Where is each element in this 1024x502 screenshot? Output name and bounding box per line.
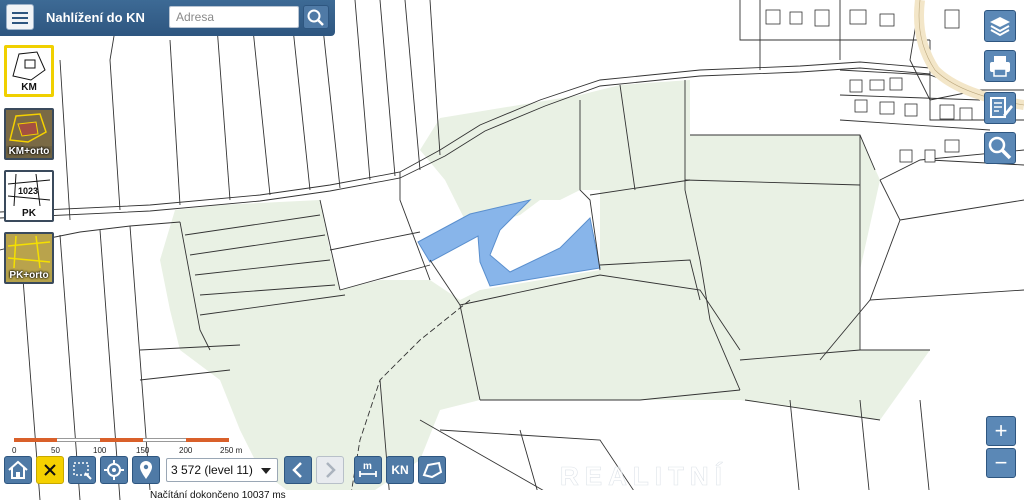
measure-icon: m — [359, 461, 377, 477]
printer-icon — [990, 56, 1010, 77]
layers-icon — [990, 17, 1010, 37]
chevron-down-icon — [261, 468, 271, 474]
scale-label: 250 m — [220, 446, 243, 455]
scale-select[interactable]: 3 572 (level 11) — [166, 458, 278, 482]
locate-icon — [104, 460, 124, 480]
search-icon — [307, 9, 324, 26]
layer-pk-label: PK — [22, 208, 36, 219]
marker-icon — [140, 461, 152, 479]
clear-button[interactable] — [36, 456, 64, 484]
pk-orto-layer-icon — [6, 234, 52, 270]
close-icon — [44, 464, 56, 476]
hamburger-icon — [12, 12, 28, 14]
forward-icon — [326, 462, 336, 478]
print-button[interactable] — [984, 50, 1016, 82]
layer-km[interactable]: KM — [4, 45, 54, 97]
scale-segment — [143, 438, 186, 442]
edit-button[interactable] — [984, 92, 1016, 124]
app-title: Nahlížení do KN — [46, 10, 145, 25]
layers-button[interactable] — [984, 10, 1016, 42]
hamburger-line — [12, 22, 28, 24]
scale-label: 200 — [179, 446, 193, 455]
watermark: REALITNÍ — [560, 461, 728, 491]
layer-km-orto-label: KM+orto — [8, 146, 50, 157]
marker-button[interactable] — [132, 456, 160, 484]
cadastral-map[interactable]: REALITNÍ — [0, 0, 1024, 502]
top-bar: Nahlížení do KN — [0, 0, 335, 36]
back-icon — [292, 462, 302, 478]
locate-button[interactable] — [100, 456, 128, 484]
kn-button-label: KN — [391, 463, 409, 477]
scale-segment — [57, 438, 100, 442]
km-orto-layer-icon — [6, 110, 52, 146]
kn-button[interactable]: KN — [386, 456, 414, 484]
zoom-in-button[interactable]: + — [986, 416, 1016, 446]
search-button[interactable] — [303, 5, 329, 29]
pk-layer-icon: 1023 — [7, 173, 51, 207]
zoom-rectangle-button[interactable] — [68, 456, 96, 484]
scale-label: 100 — [93, 446, 107, 455]
layer-km-orto[interactable]: KM+orto — [4, 108, 54, 160]
measure-label: m — [363, 461, 372, 472]
zoom-out-button[interactable]: − — [986, 448, 1016, 478]
back-button[interactable] — [284, 456, 312, 484]
magnify-button[interactable] — [984, 132, 1016, 164]
edit-document-icon — [990, 97, 1013, 118]
scale-label: 0 — [12, 446, 17, 455]
scale-label: 150 — [136, 446, 150, 455]
search-input[interactable] — [169, 6, 299, 28]
scale-segment — [100, 438, 143, 442]
scale-segment — [186, 438, 229, 442]
svg-text:1023: 1023 — [18, 186, 38, 196]
home-icon — [8, 460, 28, 479]
menu-button[interactable] — [6, 4, 34, 30]
layer-pk[interactable]: 1023 PK — [4, 170, 54, 222]
home-button[interactable] — [4, 456, 32, 484]
km-layer-icon — [12, 51, 46, 81]
forward-button[interactable] — [316, 456, 344, 484]
scale-select-value: 3 572 (level 11) — [171, 463, 253, 477]
scale-segment — [14, 438, 57, 442]
polygon-icon — [422, 461, 443, 479]
magnifier-icon — [988, 136, 1012, 160]
layer-pk-orto[interactable]: PK+orto — [4, 232, 54, 284]
scale-bar: 0 50 100 150 200 250 m — [0, 434, 260, 456]
hamburger-line — [12, 17, 28, 19]
scale-label: 50 — [51, 446, 60, 455]
layer-km-label: KM — [21, 82, 37, 93]
measure-button[interactable]: m — [354, 456, 382, 484]
zoom-rectangle-icon — [73, 462, 92, 480]
status-bar: Načítání dokončeno 10037 ms — [140, 490, 1024, 502]
layer-pk-orto-label: PK+orto — [9, 270, 49, 281]
polygon-button[interactable] — [418, 456, 446, 484]
